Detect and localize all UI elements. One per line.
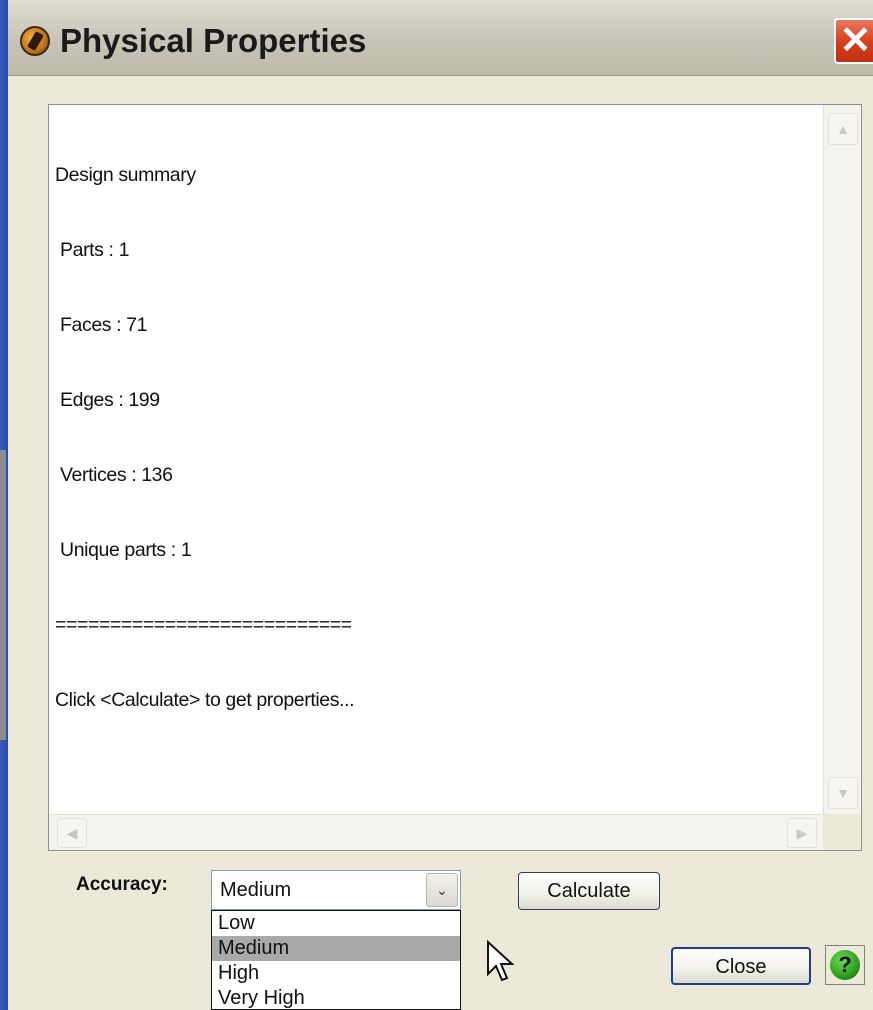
summary-text: Design summary Parts : 1 Faces : 71 Edge…: [55, 113, 815, 813]
app-logo-icon: [20, 26, 50, 56]
horizontal-scrollbar[interactable]: ◀ ▶: [49, 814, 825, 850]
accuracy-option-low[interactable]: Low: [212, 911, 460, 936]
accuracy-option-medium[interactable]: Medium: [212, 936, 460, 961]
close-window-button[interactable]: ✕: [834, 18, 873, 64]
scroll-up-icon[interactable]: ▲: [828, 113, 858, 145]
accuracy-selected-value: Medium: [220, 879, 292, 901]
physical-properties-dialog: Physical Properties ✕ Design summary Par…: [6, 0, 873, 1010]
window-title: Physical Properties: [60, 22, 367, 59]
calculate-button[interactable]: Calculate: [518, 872, 660, 910]
close-button[interactable]: Close: [671, 947, 811, 985]
accuracy-dropdown-list: Low Medium High Very High: [211, 910, 461, 1010]
summary-line: ===========================: [55, 614, 352, 636]
chevron-down-icon[interactable]: ⌄: [426, 873, 458, 907]
help-button[interactable]: ?: [825, 945, 865, 985]
accuracy-label: Accuracy:: [76, 874, 168, 895]
summary-line: Edges : 199: [55, 389, 160, 411]
mouse-pointer-icon: [487, 940, 515, 982]
scroll-down-icon[interactable]: ▼: [828, 777, 858, 809]
summary-line: Vertices : 136: [55, 464, 173, 486]
accuracy-option-very-high[interactable]: Very High: [212, 986, 460, 1010]
vertical-scrollbar[interactable]: ▲ ▼: [823, 105, 861, 816]
summary-line: Faces : 71: [55, 314, 148, 336]
summary-line: Parts : 1: [55, 239, 130, 261]
help-icon: ?: [830, 950, 860, 980]
summary-text-area[interactable]: Design summary Parts : 1 Faces : 71 Edge…: [48, 104, 862, 851]
scroll-right-icon[interactable]: ▶: [787, 818, 817, 848]
accuracy-select[interactable]: Medium ⌄: [211, 870, 461, 910]
summary-line: Unique parts : 1: [55, 539, 192, 561]
summary-line: Click <Calculate> to get properties...: [55, 689, 355, 711]
scrollbar-corner: [823, 814, 861, 850]
accuracy-option-high[interactable]: High: [212, 961, 460, 986]
summary-line: Design summary: [55, 164, 196, 186]
title-bar[interactable]: Physical Properties ✕: [8, 0, 873, 76]
scroll-left-icon[interactable]: ◀: [57, 818, 87, 848]
